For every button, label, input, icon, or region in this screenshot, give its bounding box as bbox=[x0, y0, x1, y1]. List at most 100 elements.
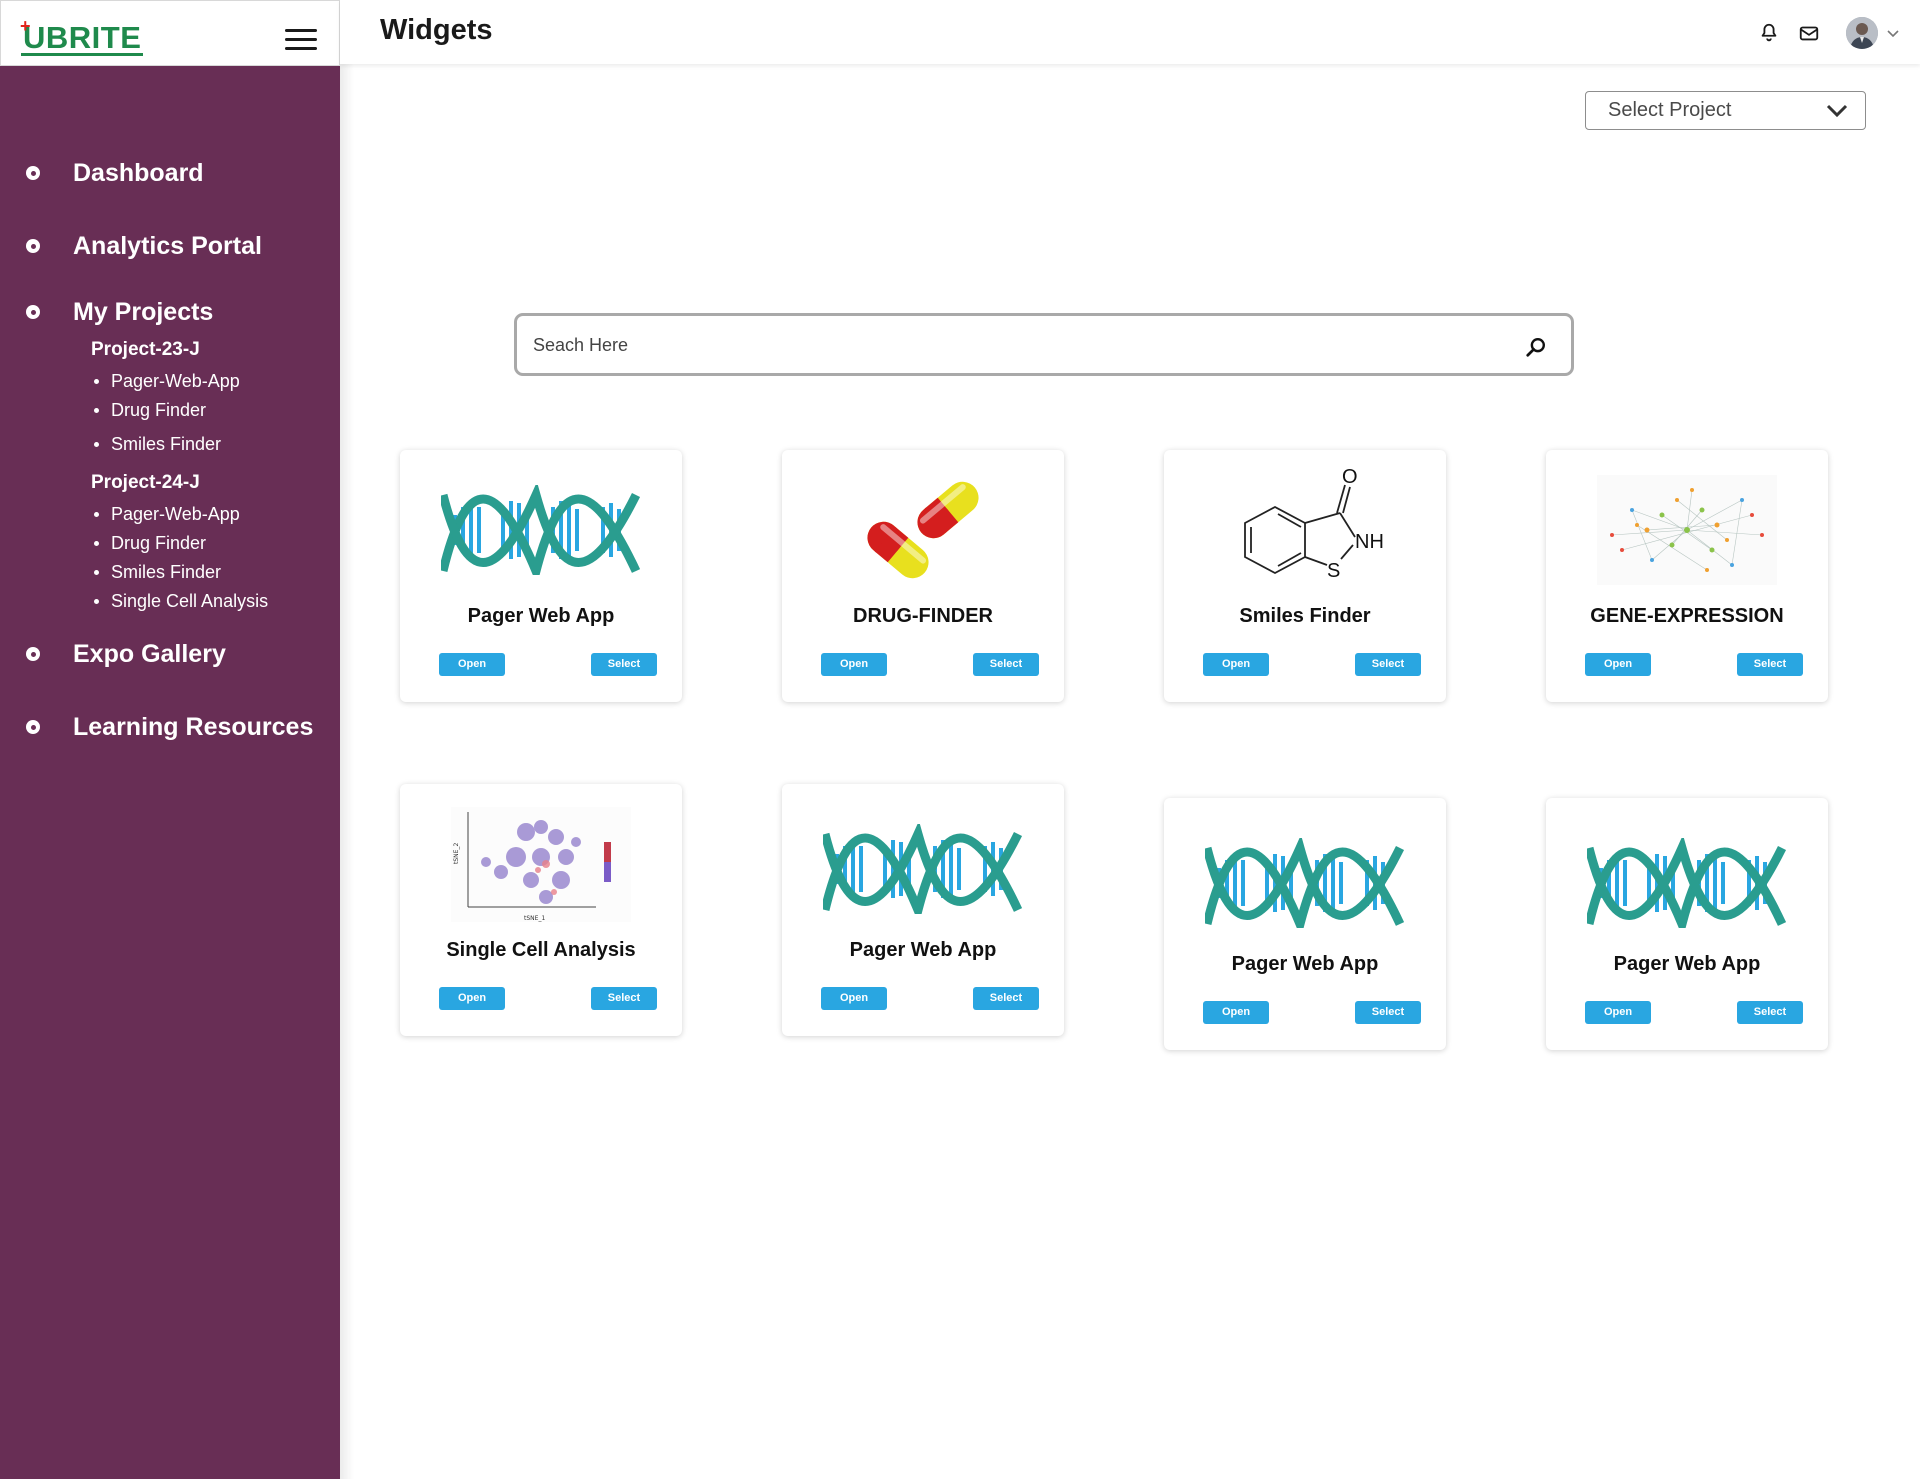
bullet-icon bbox=[94, 570, 99, 575]
project-title[interactable]: Project-24-J bbox=[91, 472, 200, 494]
select-button[interactable]: Select bbox=[591, 653, 657, 676]
molecule-label: S bbox=[1327, 560, 1340, 582]
widget-card: tSNE_1 tSNE_2 Single Cell Analysis Open … bbox=[400, 784, 682, 1036]
sidebar-item-my-projects[interactable]: My Projects bbox=[0, 292, 340, 332]
search-input[interactable] bbox=[533, 330, 1493, 360]
y-axis-label: tSNE_2 bbox=[453, 842, 460, 863]
search-bar bbox=[514, 313, 1574, 376]
open-button[interactable]: Open bbox=[439, 987, 505, 1010]
select-button[interactable]: Select bbox=[1737, 1001, 1803, 1024]
sidebar-item-label: Expo Gallery bbox=[73, 639, 226, 668]
sub-item-label: Pager-Web-App bbox=[111, 504, 240, 524]
capsules-image bbox=[808, 470, 1038, 590]
logo-text: UBRITE bbox=[21, 19, 144, 56]
dna-image bbox=[1572, 823, 1802, 943]
open-button[interactable]: Open bbox=[1203, 653, 1269, 676]
bullet-icon bbox=[26, 647, 40, 661]
open-button[interactable]: Open bbox=[821, 653, 887, 676]
widget-card: O NH S Smiles Finder Open Select bbox=[1164, 450, 1446, 702]
tsne-plot-image: tSNE_1 tSNE_2 bbox=[426, 804, 656, 924]
dna-image bbox=[808, 809, 1038, 929]
widget-card: Pager Web App Open Select bbox=[1164, 798, 1446, 1050]
bullet-icon bbox=[26, 305, 40, 319]
bullet-icon bbox=[94, 599, 99, 604]
bullet-icon bbox=[94, 541, 99, 546]
mail-icon[interactable] bbox=[1798, 22, 1820, 44]
sidebar-item-dashboard[interactable]: Dashboard bbox=[0, 153, 340, 193]
sub-item-label: Pager-Web-App bbox=[111, 371, 240, 391]
logo[interactable]: + UBRITE bbox=[20, 16, 144, 59]
sidebar-item-label: Dashboard bbox=[73, 158, 204, 187]
card-title: Smiles Finder bbox=[1239, 605, 1371, 627]
sidebar-shadow bbox=[340, 64, 354, 1479]
open-button[interactable]: Open bbox=[1585, 1001, 1651, 1024]
sub-item-label: Single Cell Analysis bbox=[111, 591, 269, 611]
bullet-icon bbox=[94, 442, 99, 447]
sub-item-label: Smiles Finder bbox=[111, 562, 222, 582]
select-project-label: Select Project bbox=[1608, 99, 1732, 121]
card-title: Single Cell Analysis bbox=[446, 939, 636, 961]
select-button[interactable]: Select bbox=[1355, 653, 1421, 676]
search-icon[interactable] bbox=[1525, 336, 1547, 358]
bullet-icon bbox=[94, 408, 99, 413]
bullet-icon bbox=[26, 239, 40, 253]
molecule-label: O bbox=[1342, 466, 1358, 488]
bell-icon[interactable] bbox=[1758, 22, 1780, 44]
open-button[interactable]: Open bbox=[1203, 1001, 1269, 1024]
card-title: DRUG-FINDER bbox=[853, 605, 993, 627]
open-button[interactable]: Open bbox=[1585, 653, 1651, 676]
top-header: Widgets bbox=[340, 0, 1920, 64]
bullet-icon bbox=[26, 166, 40, 180]
chevron-down-icon[interactable] bbox=[1886, 26, 1900, 40]
select-button[interactable]: Select bbox=[973, 653, 1039, 676]
project-sub-item[interactable]: Pager-Web-App bbox=[94, 504, 240, 525]
card-title: Pager Web App bbox=[467, 605, 615, 627]
open-button[interactable]: Open bbox=[821, 987, 887, 1010]
avatar[interactable] bbox=[1846, 17, 1878, 49]
chevron-down-icon bbox=[1826, 104, 1848, 118]
project-sub-item[interactable]: Drug Finder bbox=[94, 533, 206, 554]
select-button[interactable]: Select bbox=[591, 987, 657, 1010]
card-title: GENE-EXPRESSION bbox=[1590, 605, 1784, 627]
sub-item-label: Drug Finder bbox=[111, 400, 207, 420]
bullet-icon bbox=[26, 720, 40, 734]
molecule-label: NH bbox=[1355, 531, 1384, 553]
x-axis-label: tSNE_1 bbox=[524, 915, 545, 922]
widget-card: Pager Web App Open Select bbox=[782, 784, 1064, 1036]
sidebar-item-label: Learning Resources bbox=[73, 712, 314, 741]
bullet-icon bbox=[94, 512, 99, 517]
select-project-dropdown[interactable]: Select Project bbox=[1585, 91, 1866, 130]
sidebar-item-label: Analytics Portal bbox=[73, 231, 262, 260]
network-image bbox=[1572, 470, 1802, 590]
project-sub-item[interactable]: Drug Finder bbox=[94, 400, 206, 421]
sub-item-label: Smiles Finder bbox=[111, 434, 222, 454]
select-button[interactable]: Select bbox=[1737, 653, 1803, 676]
brand-bar: + UBRITE bbox=[0, 0, 340, 66]
sidebar: + UBRITE Dashboard Analytics Portal My P… bbox=[0, 0, 340, 1479]
project-sub-item[interactable]: Smiles Finder bbox=[94, 434, 221, 455]
card-title: Pager Web App bbox=[1613, 953, 1761, 975]
widget-card: Pager Web App Open Select bbox=[1546, 798, 1828, 1050]
dna-image bbox=[1190, 823, 1420, 943]
select-button[interactable]: Select bbox=[1355, 1001, 1421, 1024]
hamburger-menu-icon[interactable] bbox=[285, 29, 317, 51]
logo-plus: + bbox=[20, 16, 31, 36]
project-sub-item[interactable]: Single Cell Analysis bbox=[94, 591, 268, 612]
open-button[interactable]: Open bbox=[439, 653, 505, 676]
project-sub-item[interactable]: Smiles Finder bbox=[94, 562, 221, 583]
widget-card: Pager Web App Open Select bbox=[400, 450, 682, 702]
sub-item-label: Drug Finder bbox=[111, 533, 207, 553]
sidebar-item-analytics-portal[interactable]: Analytics Portal bbox=[0, 226, 340, 266]
dna-image bbox=[426, 470, 656, 590]
sidebar-item-expo-gallery[interactable]: Expo Gallery bbox=[0, 634, 340, 674]
page-title: Widgets bbox=[380, 14, 493, 46]
project-title[interactable]: Project-23-J bbox=[91, 339, 200, 361]
select-button[interactable]: Select bbox=[973, 987, 1039, 1010]
sidebar-item-learning-resources[interactable]: Learning Resources bbox=[0, 707, 340, 747]
card-title: Pager Web App bbox=[1231, 953, 1379, 975]
sidebar-item-label: My Projects bbox=[73, 297, 214, 326]
card-title: Pager Web App bbox=[849, 939, 997, 961]
project-sub-item[interactable]: Pager-Web-App bbox=[94, 371, 240, 392]
app: + UBRITE Dashboard Analytics Portal My P… bbox=[0, 0, 1920, 1479]
bullet-icon bbox=[94, 379, 99, 384]
